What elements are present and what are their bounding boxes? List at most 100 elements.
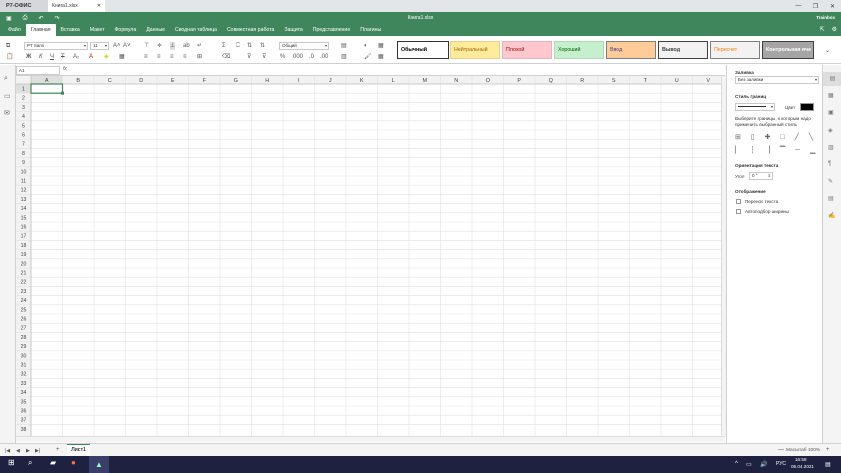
row-header-25[interactable]: 25	[21, 307, 27, 313]
style-good[interactable]: Хороший	[554, 41, 604, 59]
language-indicator[interactable]: РУС	[776, 461, 786, 467]
row-header-31[interactable]: 31	[21, 363, 27, 369]
align-top-icon[interactable]: ⊤	[144, 42, 149, 50]
style-neutral[interactable]: Нейтральный	[450, 41, 500, 59]
tab-data[interactable]: Данные	[141, 24, 170, 36]
italic-icon[interactable]: К	[39, 53, 43, 61]
horizontal-scrollbar[interactable]	[16, 436, 725, 442]
style-check-cell[interactable]: Контрольная яче	[762, 41, 814, 59]
row-header-27[interactable]: 27	[21, 326, 27, 332]
tab-insert[interactable]: Вставка	[56, 24, 85, 36]
align-justify-icon[interactable]: ≡	[183, 53, 187, 61]
fill-select[interactable]: Без заливки ▾	[735, 76, 819, 84]
align-bottom-icon[interactable]: ⊥	[170, 42, 176, 50]
row-header-10[interactable]: 10	[21, 169, 27, 175]
search-icon[interactable]: ⌕	[4, 75, 8, 83]
table-settings-icon[interactable]: ▦	[828, 92, 834, 99]
column-header-U[interactable]: U	[675, 78, 679, 84]
tab-pivot[interactable]: Сводная таблица	[170, 24, 222, 36]
row-header-19[interactable]: 19	[21, 252, 27, 258]
row-header-14[interactable]: 14	[21, 206, 27, 212]
decimal-increase-icon[interactable]: .00	[320, 53, 328, 61]
chart-settings-icon[interactable]: ▥	[828, 144, 834, 151]
style-input[interactable]: Ввод	[606, 41, 656, 59]
increase-font-icon[interactable]: A˄	[113, 42, 121, 50]
clock-date[interactable]: 06.04.2021	[791, 464, 814, 469]
clock-time[interactable]: 16:58	[795, 457, 807, 462]
notifications-icon[interactable]: ▤	[825, 461, 831, 468]
grid-svg[interactable]: A B C D E F G H I J K L M N O P Q R S T U V123456789101112131…	[16, 76, 725, 436]
row-header-16[interactable]: 16	[21, 225, 27, 231]
align-center-icon[interactable]: ≡	[157, 53, 161, 61]
row-header-8[interactable]: 8	[22, 151, 25, 157]
angle-input[interactable]: 0 ° ⇕	[749, 172, 773, 180]
column-header-D[interactable]: D	[139, 78, 143, 84]
next-sheet-icon[interactable]: ▶	[26, 447, 30, 455]
row-header-37[interactable]: 37	[21, 418, 27, 424]
user-name[interactable]: Trainbox	[816, 15, 835, 20]
row-header-36[interactable]: 36	[21, 409, 27, 415]
style-calculation[interactable]: Пересчет	[710, 41, 760, 59]
column-header-C[interactable]: C	[108, 78, 112, 84]
fill-color-icon[interactable]: ◈	[104, 53, 109, 61]
column-header-P[interactable]: P	[517, 78, 521, 84]
zoom-level[interactable]: Масштаб 100%	[786, 447, 820, 455]
file-explorer-icon[interactable]: ▰	[50, 458, 56, 467]
named-ranges-icon[interactable]: ⎕	[236, 42, 240, 50]
row-header-15[interactable]: 15	[21, 215, 27, 221]
filter-icon[interactable]: ⊽	[247, 53, 251, 61]
row-header-18[interactable]: 18	[21, 243, 27, 249]
percent-icon[interactable]: %	[280, 53, 285, 61]
add-sheet-icon[interactable]: +	[56, 446, 60, 454]
border-presets-row1[interactable]: ⊞ ▯ ✚ □ ╱ ╲	[735, 133, 817, 141]
decrease-font-icon[interactable]: A˅	[123, 42, 131, 50]
sheet-tab[interactable]: Лист1	[67, 444, 90, 456]
row-header-4[interactable]: 4	[22, 114, 25, 120]
table-template-icon[interactable]: ▦	[378, 53, 384, 61]
tab-protection[interactable]: Защита	[279, 24, 307, 36]
row-header-22[interactable]: 22	[21, 280, 27, 286]
paste-icon[interactable]: 📋	[6, 53, 13, 61]
paragraph-settings-icon[interactable]: ¶	[828, 161, 831, 167]
borders-icon[interactable]: ▦	[119, 53, 125, 61]
tray-chevron-icon[interactable]: ^	[735, 461, 738, 467]
column-header-G[interactable]: G	[234, 78, 238, 84]
row-header-13[interactable]: 13	[21, 197, 27, 203]
insert-cells-icon[interactable]: ▤	[341, 42, 347, 50]
active-cell-A1[interactable]	[30, 83, 64, 94]
row-header-38[interactable]: 38	[21, 427, 27, 433]
decimal-decrease-icon[interactable]: .0	[309, 53, 314, 61]
column-header-O[interactable]: O	[486, 78, 491, 84]
signature-settings-icon[interactable]: ✍	[828, 212, 835, 219]
close-icon[interactable]: ✕	[97, 3, 101, 9]
chat-icon[interactable]: ✉	[4, 109, 10, 117]
column-header-R[interactable]: R	[580, 78, 584, 84]
column-header-V[interactable]: V	[706, 78, 710, 84]
tab-collaboration[interactable]: Совместная работа	[222, 24, 279, 36]
tab-file[interactable]: Файл	[3, 24, 26, 36]
sum-icon[interactable]: Σ	[222, 42, 226, 50]
zoom-out-icon[interactable]: —	[778, 446, 784, 454]
column-header-E[interactable]: E	[171, 78, 175, 84]
row-header-29[interactable]: 29	[21, 344, 27, 350]
conditional-format-icon[interactable]: ◐	[364, 42, 368, 50]
row-header-3[interactable]: 3	[22, 105, 25, 111]
row-header-12[interactable]: 12	[21, 188, 27, 194]
tab-layout[interactable]: Макет	[85, 24, 110, 36]
wrap-text-checkbox[interactable]	[736, 199, 741, 204]
font-name-select[interactable]: PT Sans ▾	[24, 42, 88, 50]
pivot-settings-icon[interactable]: ▤	[828, 195, 834, 202]
row-header-2[interactable]: 2	[22, 96, 25, 102]
clear-icon[interactable]: ⌫	[222, 53, 230, 61]
stepper-icon[interactable]: ⇕	[768, 173, 771, 179]
column-header-Q[interactable]: Q	[549, 78, 554, 84]
row-header-1[interactable]: 1	[22, 87, 25, 93]
column-header-N[interactable]: N	[454, 78, 458, 84]
merge-cells-icon[interactable]: ⊞	[197, 53, 202, 61]
row-header-35[interactable]: 35	[21, 399, 27, 405]
column-header-A[interactable]: A	[45, 78, 49, 84]
bold-icon[interactable]: Ж	[26, 53, 31, 61]
cell-settings-icon[interactable]: ▤	[823, 72, 841, 86]
settings-icon[interactable]: ⚙	[832, 26, 837, 33]
row-header-7[interactable]: 7	[22, 142, 25, 148]
